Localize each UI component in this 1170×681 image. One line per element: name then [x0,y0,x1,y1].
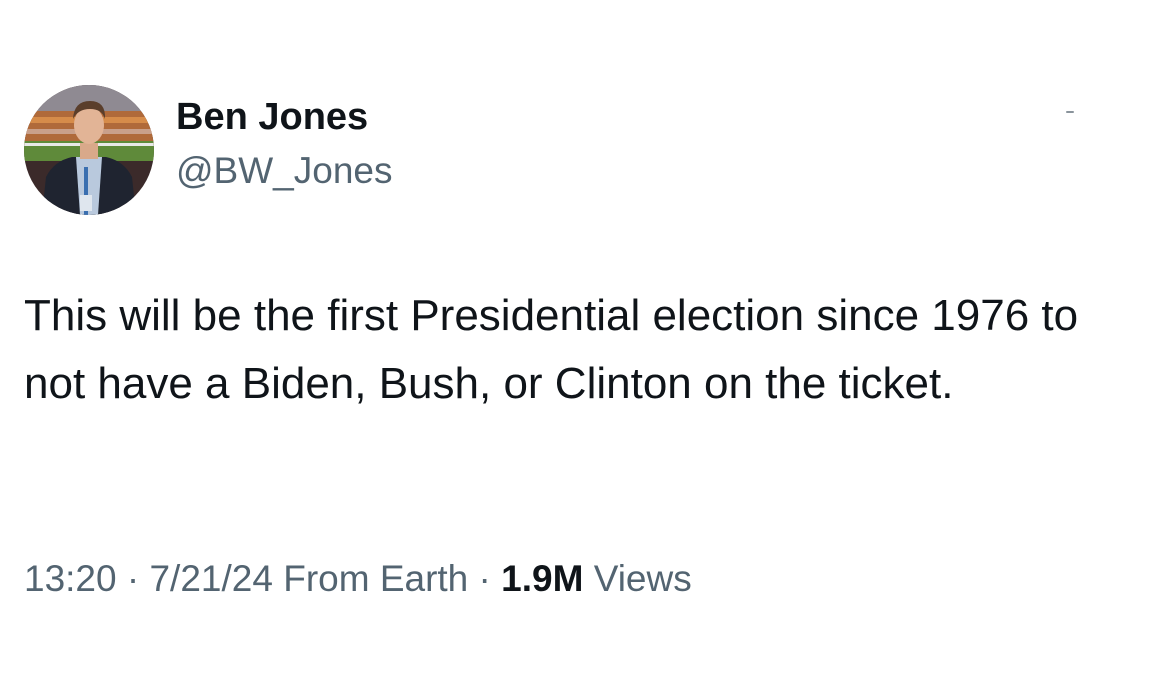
meta-separator: · [126,558,140,599]
author-handle[interactable]: @BW_Jones [176,148,392,194]
tweet-date[interactable]: 7/21/24 [149,558,272,599]
meta-separator-2: · [478,558,491,599]
tweet-meta: 13:20 · 7/21/24 From Earth · 1.9M Views [24,554,692,604]
tweet-time[interactable]: 13:20 [24,558,117,599]
tweet-header: Ben Jones @BW_Jones [24,84,392,216]
author-display-name[interactable]: Ben Jones [176,94,392,140]
views-label[interactable]: Views [594,558,692,599]
tweet-source: From Earth [283,558,469,599]
tweet-text: This will be the first Presidential elec… [24,291,1079,408]
more-options-icon[interactable] [1066,111,1074,113]
author-names: Ben Jones @BW_Jones [176,94,392,194]
tweet-card: Ben Jones @BW_Jones This will be the fir… [0,0,1170,681]
avatar[interactable] [24,85,154,215]
views-count[interactable]: 1.9M [501,558,583,599]
profile-photo-icon [24,85,154,215]
